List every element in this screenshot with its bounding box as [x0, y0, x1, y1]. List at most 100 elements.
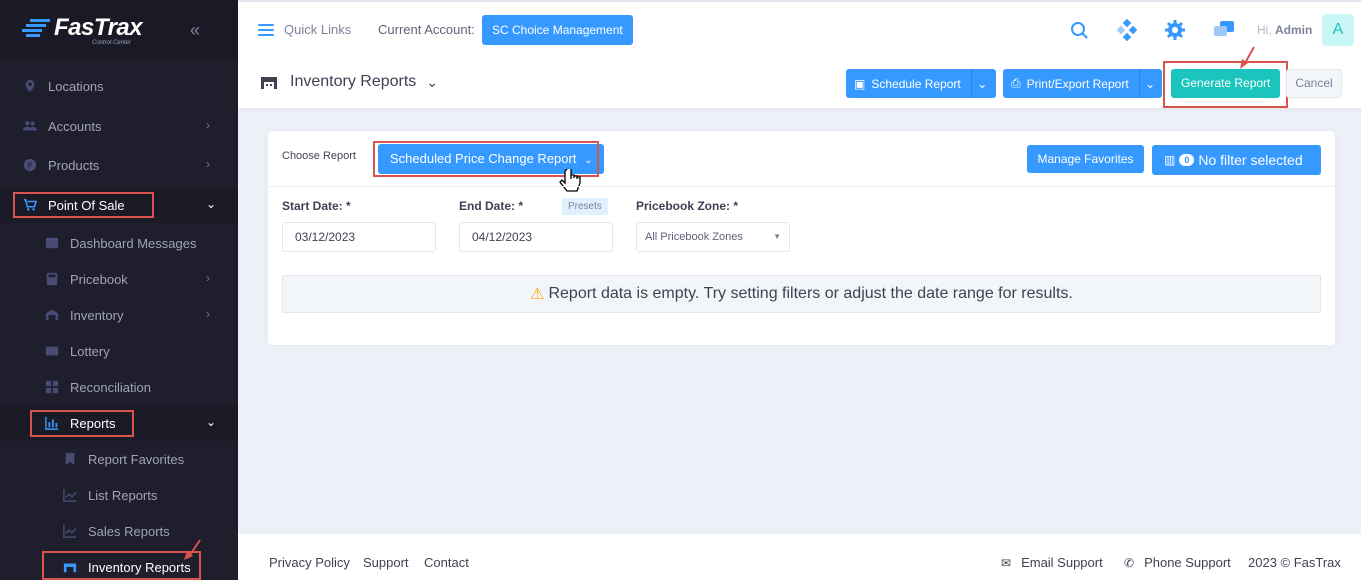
search-icon[interactable]	[1068, 19, 1090, 41]
manage-favorites-button[interactable]: Manage Favorites	[1027, 145, 1144, 173]
greeting-text: Hi,	[1257, 23, 1272, 37]
greeting: Hi, Admin	[1257, 23, 1312, 37]
sidebar-item-reconciliation[interactable]: Reconciliation	[44, 374, 151, 400]
schedule-report-label: Schedule Report	[871, 76, 961, 91]
sidebar-item-locations[interactable]: Locations	[22, 73, 104, 99]
svg-text:P: P	[27, 162, 32, 171]
bookmark-icon	[62, 451, 78, 467]
apps-icon[interactable]	[1116, 19, 1138, 41]
calendar-icon: ▣	[854, 76, 866, 91]
start-date-input[interactable]: 03/12/2023	[282, 222, 436, 252]
contact-link[interactable]: Contact	[424, 555, 469, 570]
sidebar-item-label: Report Favorites	[88, 451, 185, 467]
chevron-right-icon: ›	[206, 271, 210, 285]
brand-logo[interactable]: FasTrax Control Center	[22, 14, 143, 46]
menu-icon	[258, 23, 274, 36]
sidebar-item-label: Lottery	[70, 343, 110, 359]
start-date-label: Start Date: *	[282, 199, 351, 213]
filter-count-badge: 0	[1179, 154, 1195, 166]
printer-icon: ⎙	[1011, 76, 1021, 90]
footer: Privacy Policy Support Contact ✉ Email S…	[238, 534, 1361, 580]
message-icon	[44, 235, 60, 251]
collapse-sidebar-icon[interactable]: «	[190, 20, 200, 41]
presets-button[interactable]: Presets	[562, 198, 608, 215]
email-support-link[interactable]: ✉ Email Support	[1001, 555, 1103, 570]
sidebar-item-label: Reconciliation	[70, 379, 151, 395]
phone-support-label: Phone Support	[1144, 555, 1231, 570]
print-export-button[interactable]: ⎙ Print/Export Report ⌄	[1003, 69, 1162, 98]
line-chart-icon	[62, 523, 78, 539]
sidebar-item-report-favorites[interactable]: Report Favorites	[62, 446, 184, 472]
ticket-icon	[44, 343, 60, 359]
sidebar-item-list-reports[interactable]: List Reports	[62, 482, 157, 508]
empty-report-message: Report data is empty. Try setting filter…	[548, 285, 1073, 302]
sidebar-item-label: List Reports	[88, 487, 158, 503]
chevron-down-icon: ⌄	[206, 415, 217, 429]
current-account-button[interactable]: SC Choice Management	[482, 15, 633, 45]
pricebook-zone-value: All Pricebook Zones	[645, 231, 743, 243]
print-export-label: Print/Export Report	[1026, 76, 1129, 91]
users-icon	[22, 118, 38, 134]
sidebar-item-sales-reports[interactable]: Sales Reports	[62, 518, 170, 544]
filter-button[interactable]: ▥ 0 No filter selected	[1152, 145, 1321, 175]
empty-report-alert: ⚠ Report data is empty. Try setting filt…	[282, 275, 1321, 313]
brand-name: FasTrax	[54, 14, 143, 41]
support-link[interactable]: Support	[363, 555, 409, 570]
sidebar-item-inventory[interactable]: Inventory	[44, 302, 123, 328]
sidebar-item-pricebook[interactable]: Pricebook	[44, 266, 128, 292]
sidebar-item-label: Sales Reports	[88, 523, 170, 539]
warning-icon: ⚠	[530, 286, 545, 303]
choose-report-label: Choose Report	[282, 150, 356, 162]
sidebar-item-label: Accounts	[48, 118, 102, 134]
end-date-input[interactable]: 04/12/2023	[459, 222, 613, 252]
quick-links-label: Quick Links	[284, 22, 352, 37]
divider	[268, 186, 1335, 187]
cancel-button[interactable]: Cancel	[1286, 69, 1342, 98]
highlight-box	[42, 551, 201, 580]
product-icon: P	[22, 157, 38, 173]
page-title: Inventory Reports	[290, 73, 417, 90]
sidebar-item-label: Pricebook	[70, 271, 128, 287]
envelope-icon: ✉	[1001, 555, 1012, 570]
logo-mark-icon	[22, 19, 50, 37]
chevron-down-icon[interactable]: ⌄	[970, 69, 993, 98]
line-chart-icon	[62, 487, 78, 503]
sidebar-item-accounts[interactable]: Accounts	[22, 113, 101, 139]
chevron-down-icon[interactable]: ⌄	[1138, 69, 1161, 98]
annotation-arrow-icon	[184, 539, 201, 560]
warehouse-icon	[261, 77, 277, 89]
annotation-arrow-icon	[1240, 46, 1255, 69]
map-pin-icon	[22, 78, 38, 94]
sidebar-item-label: Dashboard Messages	[70, 235, 197, 251]
grid-icon	[44, 379, 60, 395]
sidebar-item-label: Products	[48, 157, 100, 173]
page-title-dropdown[interactable]: Inventory Reports ⌄	[260, 73, 438, 91]
highlight-box	[1163, 61, 1288, 108]
chevron-right-icon: ›	[206, 118, 210, 132]
schedule-report-button[interactable]: ▣ Schedule Report ⌄	[846, 69, 996, 98]
sidebar-item-products[interactable]: P Products	[22, 152, 99, 178]
privacy-policy-link[interactable]: Privacy Policy	[269, 555, 350, 570]
sidebar-item-dashboard-messages[interactable]: Dashboard Messages	[44, 230, 196, 256]
sidebar: FasTrax Control Center « Locations Accou…	[0, 0, 238, 580]
phone-support-link[interactable]: ✆ Phone Support	[1124, 555, 1231, 570]
sidebar-item-lottery[interactable]: Lottery	[44, 338, 110, 364]
chevron-down-icon: ⌄	[426, 73, 439, 90]
building-icon: ▥	[1164, 153, 1176, 167]
current-account-label: Current Account:	[378, 22, 475, 37]
chevron-down-icon: ⌄	[206, 197, 217, 211]
phone-icon: ✆	[1124, 555, 1135, 570]
sidebar-item-label: Inventory	[70, 307, 124, 323]
chat-icon[interactable]	[1213, 19, 1235, 41]
pricebook-zone-select[interactable]: All Pricebook Zones ▼	[636, 222, 790, 252]
quick-links-button[interactable]: Quick Links	[258, 22, 351, 37]
email-support-label: Email Support	[1021, 555, 1103, 570]
avatar[interactable]: A	[1322, 14, 1354, 46]
copyright: 2023 © FasTrax	[1248, 555, 1341, 570]
highlight-box	[13, 192, 154, 218]
topbar: Quick Links Current Account: SC Choice M…	[238, 0, 1361, 58]
pricebook-zone-label: Pricebook Zone: *	[636, 199, 739, 213]
chevron-right-icon: ›	[206, 157, 210, 171]
subheader: Inventory Reports ⌄ ▣ Schedule Report ⌄ ⎙…	[238, 58, 1361, 108]
gear-icon[interactable]	[1164, 19, 1186, 41]
